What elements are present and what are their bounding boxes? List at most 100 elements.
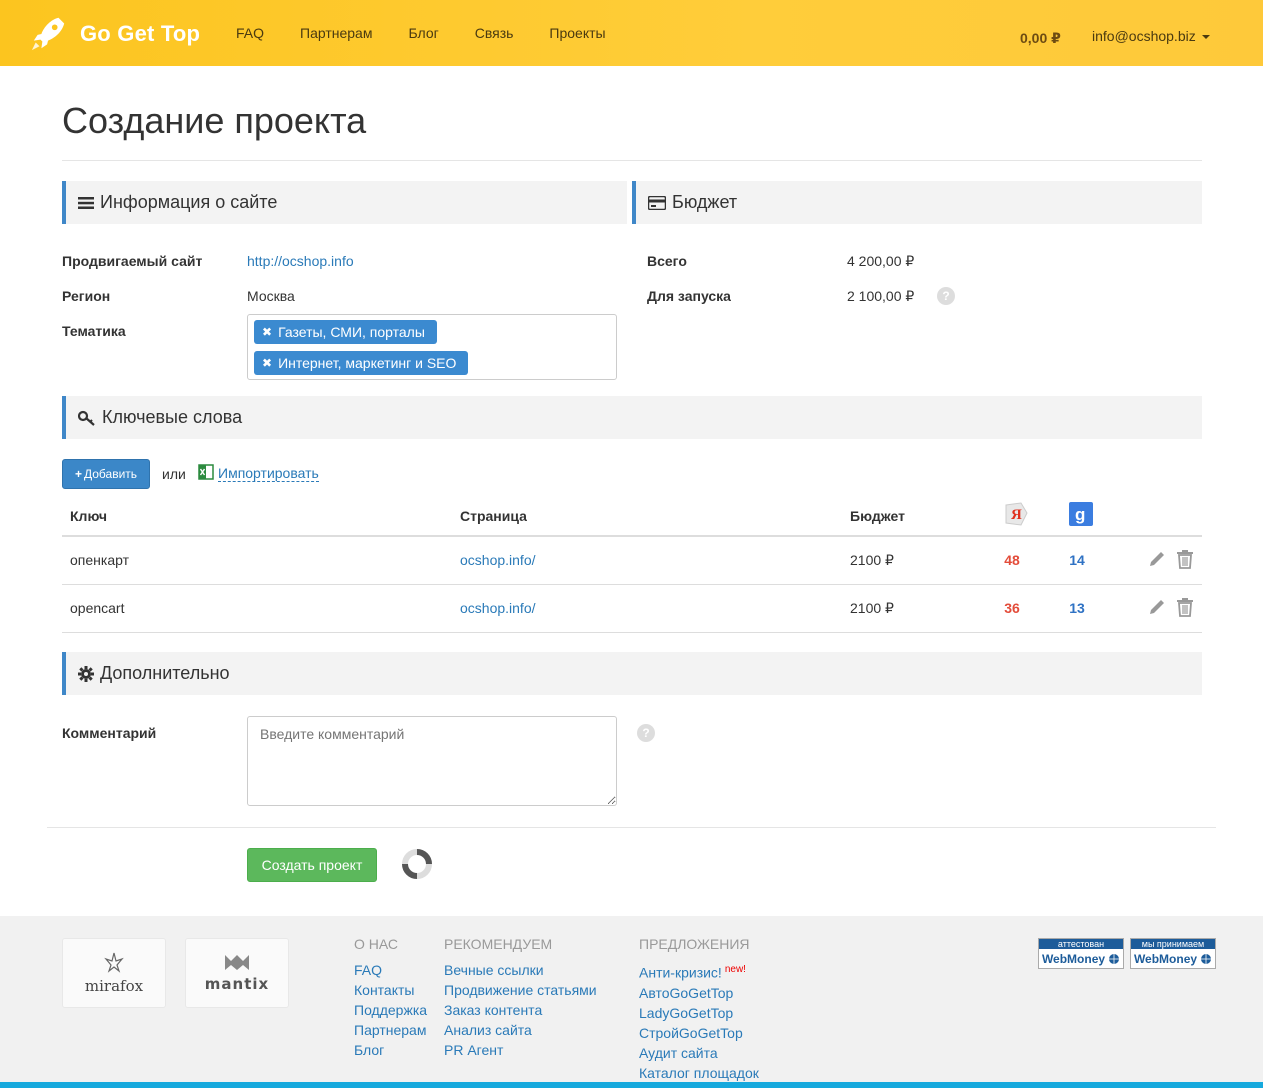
page-cell: ocshop.info/ <box>452 536 842 585</box>
keyword-cell: опенкарт <box>62 536 452 585</box>
page-link[interactable]: ocshop.info/ <box>460 552 536 568</box>
google-position: 14 <box>1047 536 1107 585</box>
partner-name: mantix <box>204 975 270 993</box>
nav-projects[interactable]: Проекты <box>531 25 623 41</box>
topic-tag[interactable]: ✖ Интернет, маркетинг и SEO <box>254 351 469 375</box>
footer-link[interactable]: Анти-кризис! new! <box>639 960 759 983</box>
section-budget: Бюджет <box>632 181 1202 224</box>
yandex-position: 48 <box>977 536 1047 585</box>
mantix-logo-icon <box>224 953 250 975</box>
site-label: Продвигаемый сайт <box>62 253 203 269</box>
topic-tag[interactable]: ✖ Газеты, СМИ, порталы <box>254 320 437 344</box>
trash-icon[interactable] <box>1176 549 1194 572</box>
footer-link[interactable]: Блог <box>354 1040 427 1060</box>
footer-link[interactable]: АвтоGoGetTop <box>639 983 759 1003</box>
new-badge: new! <box>724 964 746 975</box>
footer-link[interactable]: Партнерам <box>354 1020 427 1040</box>
import-label: Импортировать <box>218 465 319 482</box>
section-title: Ключевые слова <box>102 407 243 427</box>
user-menu[interactable]: info@ocshop.biz <box>1092 28 1210 44</box>
topic-label: Тематика <box>62 323 126 339</box>
budget-launch-value: 2 100,00 ₽ <box>847 288 915 304</box>
globe-icon <box>1108 953 1120 965</box>
actions-cell <box>1107 584 1202 633</box>
remove-icon[interactable]: ✖ <box>262 356 272 370</box>
footer-link[interactable]: Аудит сайта <box>639 1043 759 1063</box>
brand-logo[interactable]: Go Get Top <box>30 16 200 52</box>
brand-name: Go Get Top <box>80 21 201 46</box>
create-project-button[interactable]: Создать проект <box>247 848 377 882</box>
col-key: Ключ <box>62 496 452 537</box>
col-page: Страница <box>452 496 842 537</box>
webmoney-accept-badge[interactable]: мы принимаем WebMoney <box>1130 938 1216 969</box>
partner-name: mirafox <box>84 977 144 995</box>
page-cell: ocshop.info/ <box>452 584 842 633</box>
partner-mantix[interactable]: mantix <box>185 938 289 1008</box>
key-icon <box>78 410 96 426</box>
loading-spinner-icon <box>401 848 433 883</box>
table-header-row: Ключ Страница Бюджет Я g <box>62 496 1202 537</box>
webmoney-attested-badge[interactable]: аттестован WebMoney <box>1038 938 1124 969</box>
nav-faq[interactable]: FAQ <box>218 25 282 41</box>
table-row: opencart ocshop.info/ 2100 ₽ 36 13 <box>62 584 1202 633</box>
footer-link[interactable]: PR Агент <box>444 1040 597 1060</box>
footer-link[interactable]: FAQ <box>354 960 427 980</box>
trash-icon[interactable] <box>1176 597 1194 620</box>
caret-down-icon <box>1201 35 1210 40</box>
region-value: Москва <box>247 288 295 304</box>
budget-cell: 2100 ₽ <box>842 584 977 633</box>
footer-link[interactable]: Анализ сайта <box>444 1020 597 1040</box>
region-label: Регион <box>62 288 111 304</box>
budget-launch-label: Для запуска <box>647 288 731 304</box>
footer-link[interactable]: СтройGoGetTop <box>639 1023 759 1043</box>
comment-label: Комментарий <box>62 725 157 741</box>
col-yandex: Я <box>977 496 1047 537</box>
footer-link[interactable]: Продвижение статьями <box>444 980 597 1000</box>
footer-link[interactable]: Поддержка <box>354 1000 427 1020</box>
tag-label: Интернет, маркетинг и SEO <box>278 355 457 371</box>
section-title: Информация о сайте <box>100 192 278 212</box>
help-icon[interactable]: ? <box>637 724 655 742</box>
col-budget: Бюджет <box>842 496 977 537</box>
nav-contact[interactable]: Связь <box>457 25 532 41</box>
footer-link[interactable]: LadyGoGetTop <box>639 1003 759 1023</box>
page-link[interactable]: ocshop.info/ <box>460 600 536 616</box>
badge-top-text: мы принимаем <box>1131 939 1215 949</box>
section-keywords: Ключевые слова <box>62 396 1202 439</box>
svg-text:Я: Я <box>1011 507 1022 523</box>
pencil-icon[interactable] <box>1148 598 1166 619</box>
fox-icon <box>102 951 126 977</box>
site-link[interactable]: http://ocshop.info <box>247 253 354 269</box>
actions-cell <box>1107 536 1202 585</box>
budget-cell: 2100 ₽ <box>842 536 977 585</box>
main-nav: FAQ Партнерам Блог Связь Проекты <box>218 0 624 66</box>
section-site-info: Информация о сайте <box>62 181 627 224</box>
badge-bottom-text: WebMoney <box>1041 951 1106 966</box>
budget-total-label: Всего <box>647 253 687 269</box>
help-icon[interactable]: ? <box>937 287 955 305</box>
comment-textarea[interactable] <box>247 716 617 806</box>
nav-blog[interactable]: Блог <box>390 25 456 41</box>
footer-accent-bar <box>0 1082 1263 1088</box>
topic-tag-input[interactable]: ✖ Газеты, СМИ, порталы ✖ Интернет, марке… <box>247 314 617 380</box>
gear-icon <box>78 665 94 682</box>
footer-link[interactable]: Заказ контента <box>444 1000 597 1020</box>
tag-label: Газеты, СМИ, порталы <box>278 324 425 340</box>
account-balance[interactable]: 0,00 ₽ <box>1020 30 1061 47</box>
budget-total-value: 4 200,00 ₽ <box>847 253 915 269</box>
footer-link[interactable]: Вечные ссылки <box>444 960 597 980</box>
credit-card-icon <box>648 195 666 210</box>
import-link[interactable]: Импортировать <box>198 464 319 483</box>
svg-text:g: g <box>1075 505 1085 524</box>
footer-link[interactable]: Каталог площадок <box>639 1063 759 1083</box>
add-keyword-button[interactable]: + Добавить <box>62 459 150 489</box>
col-google: g <box>1047 496 1107 537</box>
list-icon <box>78 196 94 210</box>
partner-mirafox[interactable]: mirafox <box>62 938 166 1008</box>
top-navbar: Go Get Top FAQ Партнерам Блог Связь Прое… <box>0 0 1263 66</box>
nav-partners[interactable]: Партнерам <box>282 25 390 41</box>
pencil-icon[interactable] <box>1148 550 1166 571</box>
divider <box>62 160 1202 161</box>
footer-link[interactable]: Контакты <box>354 980 427 1000</box>
remove-icon[interactable]: ✖ <box>262 325 272 339</box>
